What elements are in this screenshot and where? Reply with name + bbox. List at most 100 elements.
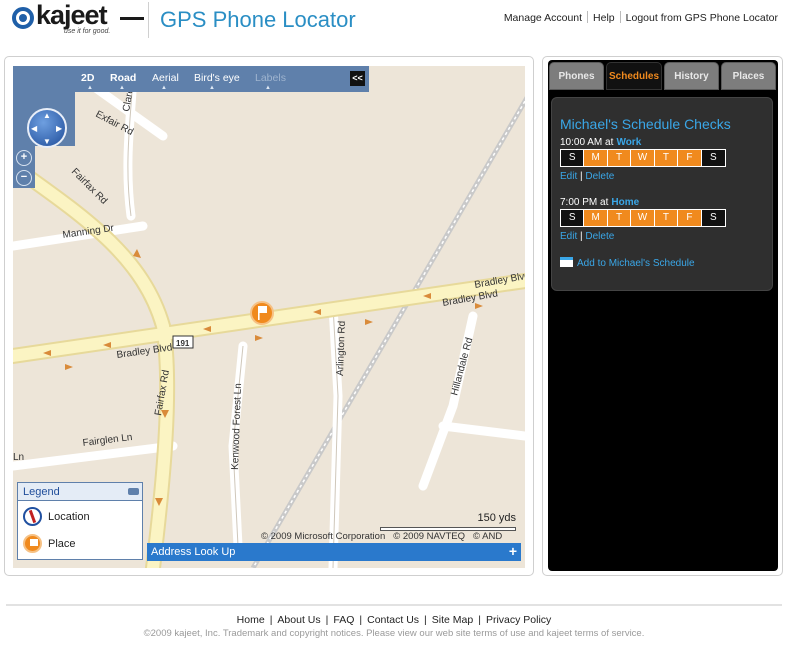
place-flag-icon [23, 534, 42, 553]
schedule-place-link[interactable]: Work [616, 137, 641, 148]
tab-schedules[interactable]: Schedules [606, 62, 662, 90]
caret-up-icon: ▲ [209, 85, 215, 91]
schedule-box: Michael's Schedule Checks 10:00 AM at Wo… [551, 97, 773, 291]
entry-actions: Edit | Delete [560, 171, 615, 182]
tab-places[interactable]: Places [721, 62, 776, 90]
day-toggle[interactable]: W [631, 150, 655, 166]
add-schedule-link[interactable]: Add to Michael's Schedule [560, 257, 695, 269]
schedule-title: Michael's Schedule Checks [560, 116, 731, 132]
collapse-toolbar-button[interactable]: << [350, 71, 365, 86]
mode-2d-button[interactable]: 2D [81, 72, 94, 84]
footer-link-privacy[interactable]: Privacy Policy [486, 614, 551, 626]
tab-bar: Phones Schedules History Places [548, 60, 778, 92]
footer-copyright: ©2009 kajeet, Inc. Trademark and copyrig… [143, 628, 645, 639]
copyright-text: © 2009 NAVTEQ [393, 531, 466, 542]
side-panel-inner: Phones Schedules History Places Michael'… [548, 60, 778, 571]
caret-up-icon: ▲ [119, 85, 125, 91]
road-view-button[interactable]: Road [110, 72, 136, 84]
delete-link[interactable]: Delete [585, 171, 614, 182]
copyright-text: © AND [473, 531, 503, 542]
top-links: Manage Account Help Logout from GPS Phone … [504, 11, 778, 24]
scale-label: 150 yds [477, 512, 516, 524]
labels-toggle[interactable]: Labels [255, 72, 286, 84]
day-toggle[interactable]: M [584, 150, 608, 166]
address-lookup-label: Address Look Up [151, 546, 236, 558]
logo-bar [120, 17, 144, 20]
day-toggle[interactable]: S [701, 150, 726, 166]
logout-link[interactable]: Logout from GPS Phone Locator [626, 12, 778, 24]
day-toggle[interactable]: M [584, 210, 608, 226]
day-toggle[interactable]: T [607, 210, 632, 226]
zoom-in-icon[interactable]: + [16, 150, 32, 166]
day-toggle[interactable]: F [678, 210, 702, 226]
footer-link-about[interactable]: About Us [277, 614, 320, 626]
day-toggle[interactable]: T [654, 150, 679, 166]
street-label: Ln [13, 452, 24, 463]
logo-word: kajeet [36, 0, 108, 30]
app-title: GPS Phone Locator [160, 7, 356, 32]
entry-actions: Edit | Delete [560, 231, 615, 242]
link-separator [619, 11, 621, 23]
map-navigation: ▲ ▼ ◀ ▶ + − [13, 92, 75, 188]
logo-tagline: use it for good. [64, 28, 111, 35]
day-toggle[interactable]: T [607, 150, 632, 166]
legend-item-place: Place [23, 533, 141, 557]
map-canvas[interactable]: Exfair Rd Clarendon Fairfax Rd Manning D… [13, 66, 525, 568]
edit-link[interactable]: Edit [560, 231, 577, 242]
pan-compass-icon[interactable]: ▲ ▼ ◀ ▶ [27, 108, 67, 148]
birds-eye-button[interactable]: Bird's eye [194, 72, 240, 84]
header: kajeet use it for good. GPS Phone Locato… [0, 0, 788, 44]
schedule-entry: 10:00 AM at Work S M T W T F S Edit | De… [560, 136, 766, 182]
day-toggle[interactable]: F [678, 150, 702, 166]
street-label: Arlington Rd [335, 321, 348, 376]
footer-link-home[interactable]: Home [237, 614, 265, 626]
day-toggle[interactable]: S [561, 150, 585, 166]
delete-link[interactable]: Delete [585, 231, 614, 242]
add-schedule-label: Add to Michael's Schedule [577, 258, 695, 269]
day-toggle[interactable]: S [701, 210, 726, 226]
route-shield-label: 191 [176, 339, 190, 348]
manage-account-link[interactable]: Manage Account [504, 12, 582, 24]
map-toolbar: 2D ▲ Road ▲ Aerial ▲ Bird's eye ▲ Labels… [13, 66, 369, 92]
expand-plus-icon[interactable]: + [509, 543, 517, 559]
tab-phones[interactable]: Phones [549, 62, 604, 90]
caret-up-icon: ▲ [87, 85, 93, 91]
map-panel: Exfair Rd Clarendon Fairfax Rd Manning D… [4, 56, 534, 576]
schedule-place-link[interactable]: Home [611, 197, 639, 208]
footer-divider [6, 604, 782, 606]
zoom-out-icon[interactable]: − [16, 170, 32, 186]
legend-label: Place [48, 538, 76, 550]
caret-up-icon: ▲ [265, 85, 271, 91]
help-link[interactable]: Help [593, 12, 615, 24]
day-selector: S M T W T F S [560, 149, 726, 167]
address-lookup-bar[interactable]: Address Look Up + [147, 543, 521, 561]
footer-link-contact[interactable]: Contact Us [367, 614, 419, 626]
edit-link[interactable]: Edit [560, 171, 577, 182]
map-legend: Legend Location Place [17, 482, 143, 560]
tab-history[interactable]: History [664, 62, 719, 90]
minimize-icon[interactable] [128, 488, 139, 495]
calendar-icon [560, 257, 573, 267]
day-toggle[interactable]: W [631, 210, 655, 226]
copyright-text: © 2009 Microsoft Corporation [261, 531, 386, 542]
link-separator [587, 11, 589, 23]
day-toggle[interactable]: S [561, 210, 585, 226]
kajeet-logo[interactable]: kajeet use it for good. [12, 0, 144, 37]
footer-link-sitemap[interactable]: Site Map [432, 614, 473, 626]
schedule-time: 7:00 PM at [560, 197, 609, 208]
footer-links: Home | About Us | FAQ | Contact Us | Site Map | Pr… [236, 614, 552, 626]
location-marker-icon [23, 507, 42, 526]
place-flag-icon[interactable] [250, 301, 274, 325]
footer-link-faq[interactable]: FAQ [333, 614, 354, 626]
legend-item-location: Location [23, 506, 141, 530]
legend-title: Legend [23, 486, 60, 498]
day-toggle[interactable]: T [654, 210, 679, 226]
header-divider [148, 2, 149, 38]
side-panel: Phones Schedules History Places Michael'… [542, 56, 783, 576]
map-copyright: © 2009 Microsoft Corporation © 2009 NAVTE… [261, 531, 523, 542]
legend-header: Legend [18, 483, 142, 501]
schedule-entry: 7:00 PM at Home S M T W T F S Edit | Del… [560, 196, 766, 242]
legend-label: Location [48, 511, 90, 523]
kajeet-swirl-icon [12, 7, 34, 29]
aerial-view-button[interactable]: Aerial [152, 72, 179, 84]
